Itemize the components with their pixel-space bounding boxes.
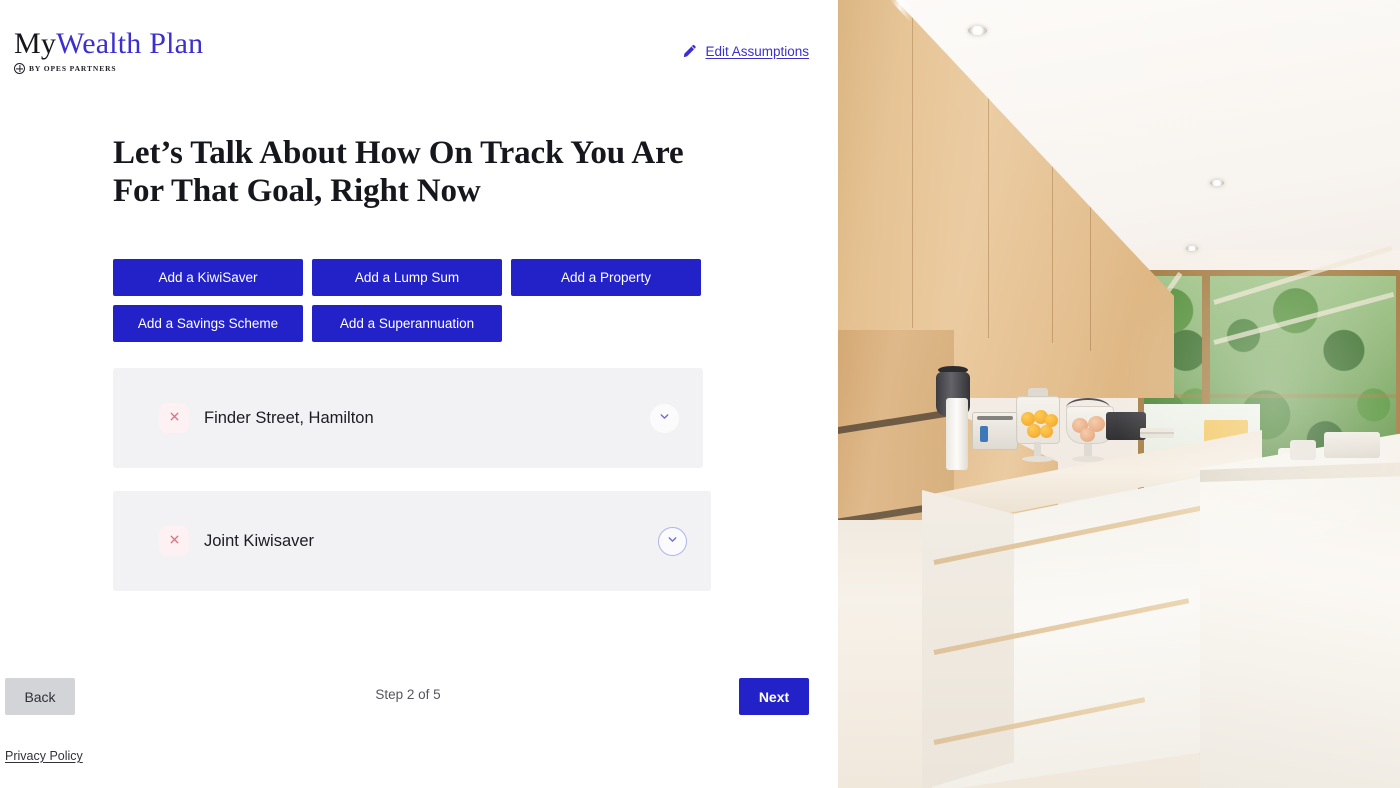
close-x-icon <box>168 533 181 549</box>
page-title: Let’s Talk About How On Track You Are Fo… <box>113 135 684 209</box>
logo-subtitle-row: BY OPES PARTNERS <box>14 63 203 74</box>
paper-towel-roll <box>946 398 968 470</box>
kitchen-hero-image <box>838 0 1400 788</box>
asset-list-item[interactable]: Joint Kiwisaver <box>113 491 711 591</box>
remove-asset-button[interactable] <box>159 403 189 433</box>
counter-items <box>1290 440 1316 460</box>
add-savings-scheme-button[interactable]: Add a Savings Scheme <box>113 305 303 342</box>
kitchen-illustration <box>838 0 1400 788</box>
wealth-plan-wizard-page: MyWealth Plan BY OPES PARTNERS Edit Assu… <box>0 0 1400 788</box>
add-kiwisaver-button[interactable]: Add a KiwiSaver <box>113 259 303 296</box>
toaster-slot <box>977 416 1013 420</box>
downlight-icon <box>1210 180 1224 186</box>
add-property-button[interactable]: Add a Property <box>511 259 701 296</box>
downlight-icon <box>968 26 987 35</box>
edit-assumptions-label: Edit Assumptions <box>705 44 809 59</box>
logo-text-wealthplan: Wealth Plan <box>56 27 204 60</box>
expand-asset-button[interactable] <box>650 403 679 433</box>
orange-fruit <box>1027 424 1041 438</box>
asset-label: Finder Street, Hamilton <box>204 408 374 427</box>
asset-label: Joint Kiwisaver <box>204 531 315 550</box>
peach-fruit <box>1080 428 1095 442</box>
logo-subtitle: BY OPES PARTNERS <box>29 64 117 73</box>
book-stack <box>1140 428 1174 438</box>
downlight-icon <box>1186 246 1198 251</box>
brand-logo[interactable]: MyWealth Plan BY OPES PARTNERS <box>14 26 203 74</box>
toaster-knob <box>980 426 988 442</box>
asset-list-item[interactable]: Finder Street, Hamilton <box>113 368 703 468</box>
next-button[interactable]: Next <box>739 678 809 715</box>
add-asset-button-group: Add a KiwiSaver Add a Lump Sum Add a Pro… <box>113 259 723 342</box>
expand-asset-button[interactable] <box>658 526 687 556</box>
pencil-icon <box>681 43 698 60</box>
close-x-icon <box>168 410 181 426</box>
door-mullion <box>1144 394 1396 398</box>
asset-list: Finder Street, Hamilton Joint Kiwisaver <box>113 368 711 614</box>
counter-items <box>1324 432 1380 458</box>
opes-mark-icon <box>14 63 25 74</box>
logo-text-my: My <box>14 27 57 60</box>
step-indicator: Step 2 of 5 <box>375 687 441 702</box>
bowl-base <box>1072 456 1104 462</box>
chevron-down-icon <box>666 533 679 549</box>
right-countertop <box>1200 432 1400 788</box>
logo-wordmark: MyWealth Plan <box>14 26 203 62</box>
wizard-navigation: Back Step 2 of 5 Next <box>0 678 838 716</box>
add-lump-sum-button[interactable]: Add a Lump Sum <box>312 259 502 296</box>
form-panel: MyWealth Plan BY OPES PARTNERS Edit Assu… <box>0 0 838 788</box>
chevron-down-icon <box>658 410 671 426</box>
add-superannuation-button[interactable]: Add a Superannuation <box>312 305 502 342</box>
remove-asset-button[interactable] <box>159 526 189 556</box>
jar-base <box>1022 456 1054 462</box>
privacy-policy-link[interactable]: Privacy Policy <box>5 749 83 763</box>
cabinet-seam <box>912 0 914 328</box>
orange-fruit <box>1040 425 1053 438</box>
edit-assumptions-link[interactable]: Edit Assumptions <box>681 43 809 60</box>
